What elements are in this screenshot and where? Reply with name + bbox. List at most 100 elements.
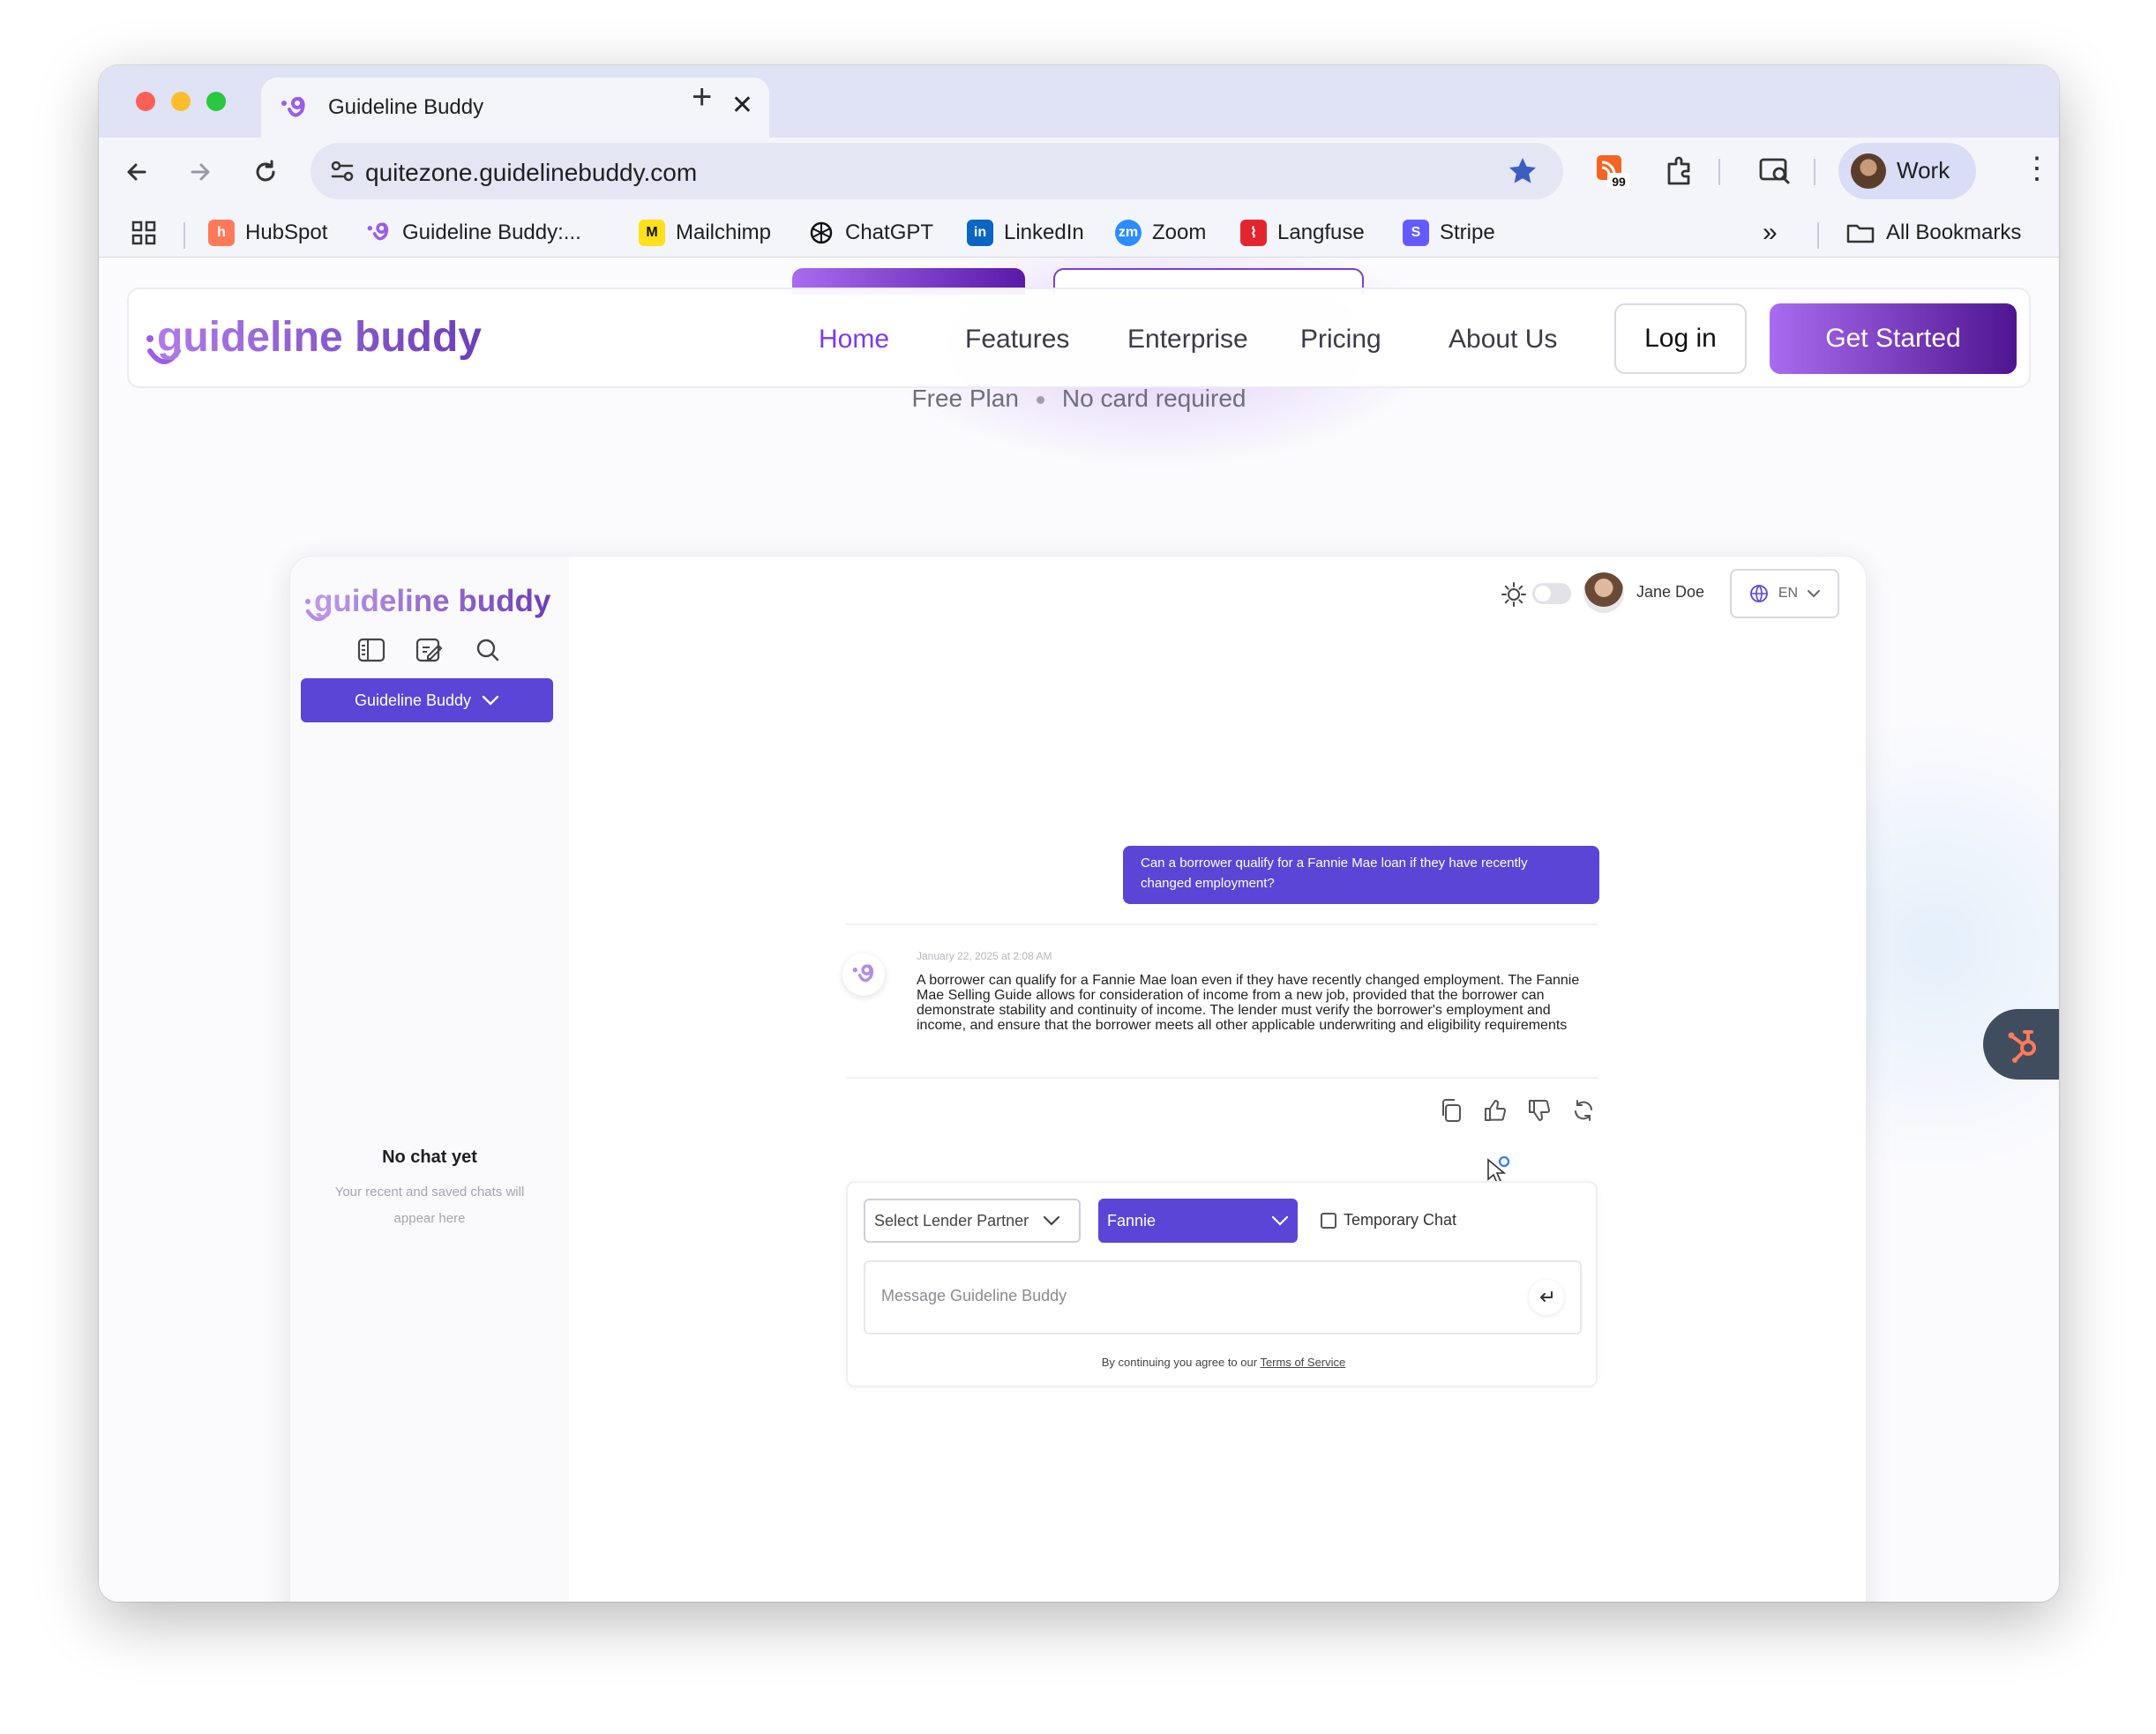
- free-plan-badge: Free Plan: [911, 385, 1019, 412]
- mailchimp-icon: M: [639, 220, 665, 246]
- nav-pricing[interactable]: Pricing: [1300, 325, 1381, 355]
- bookmark-star-icon[interactable]: [1507, 155, 1538, 187]
- terms-of-service-link[interactable]: Terms of Service: [1260, 1356, 1345, 1369]
- send-button[interactable]: [1529, 1280, 1564, 1315]
- lender-partner-select[interactable]: Select Lender Partner: [864, 1199, 1081, 1243]
- avatar[interactable]: [1583, 572, 1624, 613]
- get-started-button[interactable]: Get Started: [1770, 303, 2017, 374]
- bookmarks-divider: [1817, 222, 1819, 249]
- investor-select-label: Fannie: [1107, 1211, 1157, 1229]
- bookmark-label: Langfuse: [1277, 220, 1365, 244]
- toolbar-divider: [1814, 159, 1815, 185]
- thumbs-up-icon: [1485, 1100, 1507, 1121]
- bookmark-langfuse[interactable]: ⌇ Langfuse: [1240, 217, 1365, 249]
- feed-extension-button[interactable]: 99: [1591, 150, 1634, 192]
- temporary-chat-label: Temporary Chat: [1344, 1211, 1457, 1229]
- message-input[interactable]: Message Guideline Buddy: [864, 1260, 1582, 1334]
- login-button[interactable]: Log in: [1614, 303, 1747, 374]
- guideline-buddy-icon: [367, 222, 389, 241]
- site-settings-icon[interactable]: [326, 155, 358, 187]
- hubspot-chat-launcher[interactable]: [1983, 1009, 2059, 1080]
- url-text[interactable]: quitezone.guidelinebuddy.com: [365, 159, 697, 187]
- tab-close-icon[interactable]: ✕: [731, 90, 753, 121]
- bookmark-mailchimp[interactable]: M Mailchimp: [639, 217, 771, 249]
- guideline-buddy-logo[interactable]: guideline buddy: [143, 307, 496, 369]
- bookmark-stripe[interactable]: S Stripe: [1403, 217, 1495, 249]
- profile-button[interactable]: Work: [1838, 143, 1976, 199]
- preview-sidebar: guideline buddy Guideline Buddy No chat …: [290, 557, 569, 1602]
- app-preview: guideline buddy Guideline Buddy No chat …: [289, 556, 1867, 1602]
- bookmark-label: All Bookmarks: [1886, 220, 2022, 244]
- bookmarks-overflow-button[interactable]: »: [1763, 217, 1778, 249]
- badge-separator: [1036, 396, 1044, 405]
- reload-icon: [256, 160, 275, 182]
- nav-home[interactable]: Home: [819, 325, 889, 355]
- terms-notice: By continuing you agree to our Terms of …: [848, 1356, 1599, 1369]
- linkedin-icon: in: [967, 220, 993, 246]
- lender-select-label: Select Lender Partner: [874, 1211, 1029, 1229]
- refresh-icon: [1575, 1100, 1592, 1121]
- search-chats-button[interactable]: [472, 634, 504, 666]
- svg-text:99: 99: [1612, 175, 1626, 189]
- chevron-down-icon: [1808, 590, 1821, 598]
- toggle-sidebar-button[interactable]: [356, 634, 387, 666]
- minimize-window-button[interactable]: [171, 92, 191, 111]
- thumbs-down-button[interactable]: [1525, 1096, 1553, 1125]
- close-window-button[interactable]: [136, 92, 155, 111]
- theme-toggle[interactable]: [1532, 583, 1571, 604]
- bookmark-label: HubSpot: [245, 220, 328, 244]
- all-bookmarks-button[interactable]: All Bookmarks: [1845, 217, 2021, 249]
- site-navbar: guideline buddy Home Features Enterprise…: [127, 288, 2031, 388]
- bookmark-chatgpt[interactable]: ChatGPT: [808, 217, 933, 249]
- web-page: guideline buddy Home Features Enterprise…: [99, 258, 2059, 1602]
- bookmark-label: ChatGPT: [845, 220, 934, 244]
- svg-text:guideline buddy: guideline buddy: [157, 314, 482, 361]
- language-select[interactable]: EN: [1730, 569, 1839, 618]
- assistant-message: A borrower can qualify for a Fannie Mae …: [917, 973, 1580, 1033]
- message-actions: [1437, 1096, 1598, 1125]
- sidebar-panel-icon: [357, 638, 386, 662]
- temporary-chat-option[interactable]: Temporary Chat: [1321, 1211, 1456, 1229]
- chat-composer: Select Lender Partner Fannie Temporary C…: [846, 1181, 1598, 1387]
- preview-sidebar-tools: [356, 634, 504, 666]
- new-chat-button[interactable]: [414, 634, 445, 666]
- nav-features[interactable]: Features: [965, 325, 1069, 355]
- bookmark-linkedin[interactable]: in LinkedIn: [967, 217, 1084, 249]
- tab-search-button[interactable]: [1754, 150, 1796, 192]
- address-bar[interactable]: quitezone.guidelinebuddy.com: [311, 143, 1563, 199]
- nav-enterprise[interactable]: Enterprise: [1127, 325, 1248, 355]
- maximize-window-button[interactable]: [206, 92, 226, 111]
- hero-badges: Free Plan No card required: [99, 385, 2059, 413]
- bookmark-hubspot[interactable]: h HubSpot: [208, 217, 327, 249]
- assistant-select[interactable]: Guideline Buddy: [301, 678, 553, 722]
- chevron-down-icon: [482, 695, 499, 706]
- browser-menu-icon[interactable]: ⋮: [2022, 153, 2052, 183]
- apps-button[interactable]: [131, 217, 157, 249]
- bookmark-label: Stripe: [1440, 220, 1495, 244]
- regenerate-button[interactable]: [1569, 1096, 1598, 1125]
- new-tab-button[interactable]: +: [692, 78, 712, 117]
- user-name: Jane Doe: [1636, 583, 1705, 601]
- forward-button[interactable]: [180, 152, 221, 192]
- chevron-down-icon: [1044, 1215, 1060, 1226]
- folder-icon: [1846, 224, 1875, 243]
- bookmark-zoom[interactable]: zm Zoom: [1115, 217, 1206, 249]
- avatar: [1851, 153, 1886, 189]
- assistant-avatar: [842, 953, 885, 996]
- guideline-buddy-icon: [852, 964, 874, 983]
- message-input-placeholder: Message Guideline Buddy: [881, 1287, 1067, 1304]
- investor-select[interactable]: Fannie: [1098, 1199, 1298, 1243]
- guideline-buddy-favicon-icon: [281, 97, 305, 117]
- reload-button[interactable]: [245, 152, 286, 192]
- back-button[interactable]: [116, 152, 157, 192]
- no-chat-description: Your recent and saved chats will appear …: [334, 1185, 525, 1226]
- copy-button[interactable]: [1437, 1096, 1465, 1125]
- bookmark-guideline-buddy[interactable]: Guideline Buddy:...: [365, 217, 581, 249]
- thumbs-up-button[interactable]: [1481, 1096, 1509, 1125]
- langfuse-icon: ⌇: [1240, 220, 1267, 246]
- rss-extension-icon: 99: [1597, 155, 1630, 189]
- temporary-chat-checkbox[interactable]: [1321, 1212, 1336, 1229]
- extensions-button[interactable]: [1658, 150, 1701, 192]
- nav-about-us[interactable]: About Us: [1449, 325, 1557, 355]
- message-divider: [846, 923, 1598, 925]
